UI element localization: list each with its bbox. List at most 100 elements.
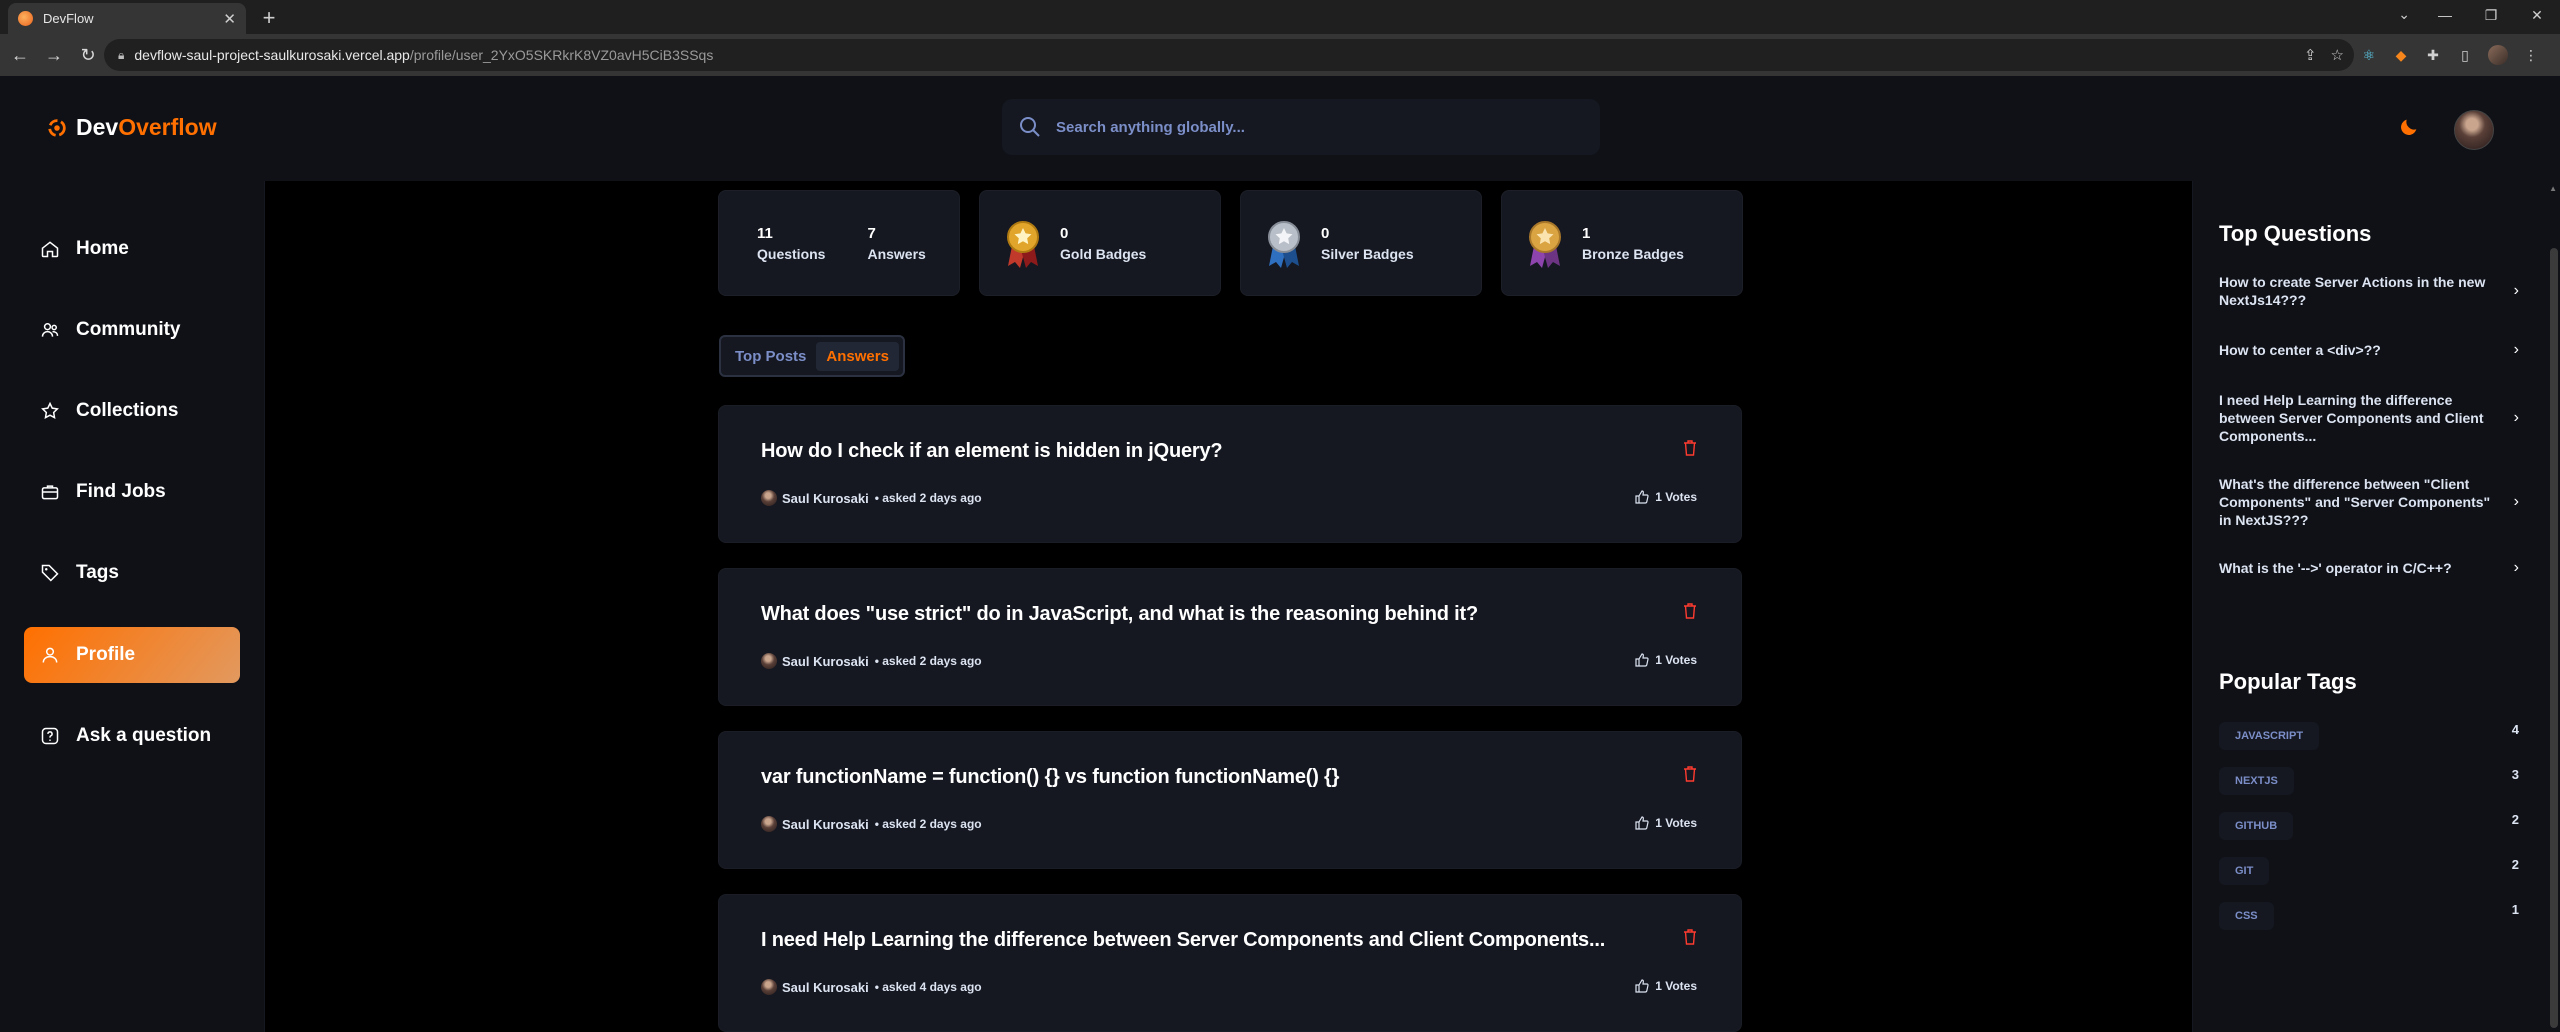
gold-medal-icon bbox=[1007, 221, 1039, 268]
top-question-link[interactable]: How to center a <div>?? › bbox=[2219, 341, 2519, 359]
top-question-text: How to create Server Actions in the new … bbox=[2219, 274, 2486, 308]
devflow-favicon-icon bbox=[18, 11, 33, 26]
author-avatar[interactable] bbox=[761, 979, 777, 995]
tag-pill[interactable]: GITHUB bbox=[2219, 812, 2294, 840]
sidebar-item-collections[interactable]: Collections bbox=[24, 383, 240, 439]
devoverflow-logo[interactable]: DevOverflow bbox=[46, 114, 217, 141]
tab-answers[interactable]: Answers bbox=[816, 341, 899, 371]
share-icon[interactable]: ⇪ bbox=[2304, 46, 2317, 64]
author-name[interactable]: Saul Kurosaki bbox=[782, 980, 869, 995]
back-arrow-icon[interactable]: ← bbox=[6, 41, 34, 69]
top-question-link[interactable]: I need Help Learning the difference betw… bbox=[2219, 391, 2519, 445]
metamask-icon[interactable]: ◆ bbox=[2392, 46, 2410, 64]
votes-metric: 1 Votes bbox=[1635, 653, 1697, 667]
popular-tag-row[interactable]: GITHUB 2 bbox=[2219, 812, 2519, 840]
sidebar-item-label: Ask a question bbox=[76, 725, 212, 746]
question-meta: Saul Kurosaki • asked 2 days ago bbox=[761, 816, 982, 832]
author-avatar[interactable] bbox=[761, 490, 777, 506]
side-panel-icon[interactable]: ▯ bbox=[2456, 46, 2474, 64]
popular-tag-row[interactable]: NEXTJS 3 bbox=[2219, 767, 2519, 795]
tag-pill[interactable]: GIT bbox=[2219, 857, 2270, 885]
scroll-up-arrow-icon[interactable]: ▲ bbox=[2549, 184, 2557, 193]
trash-icon[interactable] bbox=[1683, 766, 1697, 782]
answer-card[interactable]: What does "use strict" do in JavaScript,… bbox=[718, 568, 1742, 706]
sidebar-item-home[interactable]: Home bbox=[24, 221, 240, 277]
author-name[interactable]: Saul Kurosaki bbox=[782, 817, 869, 832]
minimize-icon[interactable]: — bbox=[2422, 0, 2468, 30]
answer-card[interactable]: var functionName = function() {} vs func… bbox=[718, 731, 1742, 869]
sidebar-item-ask-question[interactable]: Ask a question bbox=[24, 708, 240, 764]
lock-icon: 🔒︎ bbox=[118, 47, 125, 62]
trash-icon[interactable] bbox=[1683, 929, 1697, 945]
tag-pill[interactable]: CSS bbox=[2219, 902, 2274, 930]
author-avatar[interactable] bbox=[761, 653, 777, 669]
top-question-link[interactable]: What is the '-->' operator in C/C++? › bbox=[2219, 559, 2519, 577]
tab-search-chevron-icon[interactable]: ⌄ bbox=[2398, 6, 2410, 23]
sidebar-item-find-jobs[interactable]: Find Jobs bbox=[24, 464, 240, 520]
author-name[interactable]: Saul Kurosaki bbox=[782, 654, 869, 669]
url-field[interactable]: 🔒︎ devflow-saul-project-saulkurosaki.ver… bbox=[104, 39, 2354, 71]
global-search-input[interactable] bbox=[1056, 118, 1556, 136]
question-title[interactable]: I need Help Learning the difference betw… bbox=[761, 929, 1605, 952]
chevron-right-icon: › bbox=[2513, 341, 2519, 358]
thumbs-up-icon bbox=[1635, 653, 1649, 667]
author-name[interactable]: Saul Kurosaki bbox=[782, 491, 869, 506]
votes-metric: 1 Votes bbox=[1635, 816, 1697, 830]
app-header: DevOverflow bbox=[0, 76, 2560, 181]
star-icon bbox=[41, 401, 59, 419]
questions-label: Questions bbox=[757, 245, 826, 262]
reload-icon[interactable]: ↻ bbox=[74, 41, 102, 69]
thumbs-up-icon bbox=[1635, 816, 1649, 830]
global-search[interactable] bbox=[1002, 99, 1600, 155]
extension-icons: ⚛ ◆ ✚ ▯ ⋮ bbox=[2360, 45, 2540, 65]
logo-mark-icon bbox=[48, 118, 66, 137]
forward-arrow-icon[interactable]: → bbox=[40, 41, 68, 69]
bookmark-star-icon[interactable]: ☆ bbox=[2331, 46, 2344, 64]
user-icon bbox=[42, 647, 58, 663]
tag-count: 2 bbox=[2511, 811, 2519, 827]
stats-qa-card: 11 Questions 7 Answers bbox=[718, 190, 960, 296]
popular-tag-row[interactable]: JAVASCRIPT 4 bbox=[2219, 722, 2519, 750]
sidebar-item-label: Community bbox=[76, 319, 181, 340]
logo-dev-text: Dev bbox=[76, 114, 119, 140]
votes-count: 1 Votes bbox=[1655, 816, 1697, 830]
page-scrollbar-thumb[interactable] bbox=[2550, 248, 2558, 1028]
extensions-puzzle-icon[interactable]: ✚ bbox=[2424, 46, 2442, 64]
question-title[interactable]: var functionName = function() {} vs func… bbox=[761, 766, 1339, 789]
top-question-link[interactable]: What's the difference between "Client Co… bbox=[2219, 475, 2519, 529]
trash-icon[interactable] bbox=[1683, 440, 1697, 456]
question-meta: Saul Kurosaki • asked 4 days ago bbox=[761, 979, 982, 995]
popular-tag-row[interactable]: CSS 1 bbox=[2219, 902, 2519, 930]
moon-icon[interactable] bbox=[2398, 116, 2420, 138]
answer-card[interactable]: How do I check if an element is hidden i… bbox=[718, 405, 1742, 543]
silver-badges-count: 0 bbox=[1321, 224, 1330, 242]
tab-top-posts[interactable]: Top Posts bbox=[725, 342, 816, 371]
question-title[interactable]: What does "use strict" do in JavaScript,… bbox=[761, 603, 1478, 626]
sidebar-item-community[interactable]: Community bbox=[24, 302, 240, 358]
popular-tag-row[interactable]: GIT 2 bbox=[2219, 857, 2519, 885]
close-tab-icon[interactable]: ✕ bbox=[223, 10, 236, 28]
top-questions-title: Top Questions bbox=[2219, 221, 2372, 246]
react-devtools-icon[interactable]: ⚛ bbox=[2360, 46, 2378, 64]
browser-tab[interactable]: DevFlow ✕ bbox=[8, 3, 246, 34]
top-question-link[interactable]: How to create Server Actions in the new … bbox=[2219, 273, 2519, 309]
sidebar-item-label: Tags bbox=[76, 562, 119, 583]
questions-count: 11 bbox=[757, 224, 773, 242]
sidebar-item-profile[interactable]: Profile bbox=[24, 627, 240, 683]
restore-icon[interactable]: ❐ bbox=[2468, 0, 2514, 30]
tag-pill[interactable]: JAVASCRIPT bbox=[2219, 722, 2320, 750]
question-title[interactable]: How do I check if an element is hidden i… bbox=[761, 440, 1223, 463]
window-close-icon[interactable]: ✕ bbox=[2514, 0, 2560, 30]
chevron-right-icon: › bbox=[2513, 282, 2519, 299]
question-meta: Saul Kurosaki • asked 2 days ago bbox=[761, 653, 982, 669]
thumbs-up-icon bbox=[1635, 979, 1649, 993]
user-avatar[interactable] bbox=[2454, 110, 2494, 150]
browser-menu-icon[interactable]: ⋮ bbox=[2522, 46, 2540, 64]
browser-profile-avatar[interactable] bbox=[2488, 45, 2508, 65]
author-avatar[interactable] bbox=[761, 816, 777, 832]
answer-card[interactable]: I need Help Learning the difference betw… bbox=[718, 894, 1742, 1032]
new-tab-button[interactable]: + bbox=[256, 6, 282, 32]
sidebar-item-tags[interactable]: Tags bbox=[24, 545, 240, 601]
tag-pill[interactable]: NEXTJS bbox=[2219, 767, 2294, 795]
trash-icon[interactable] bbox=[1683, 603, 1697, 619]
